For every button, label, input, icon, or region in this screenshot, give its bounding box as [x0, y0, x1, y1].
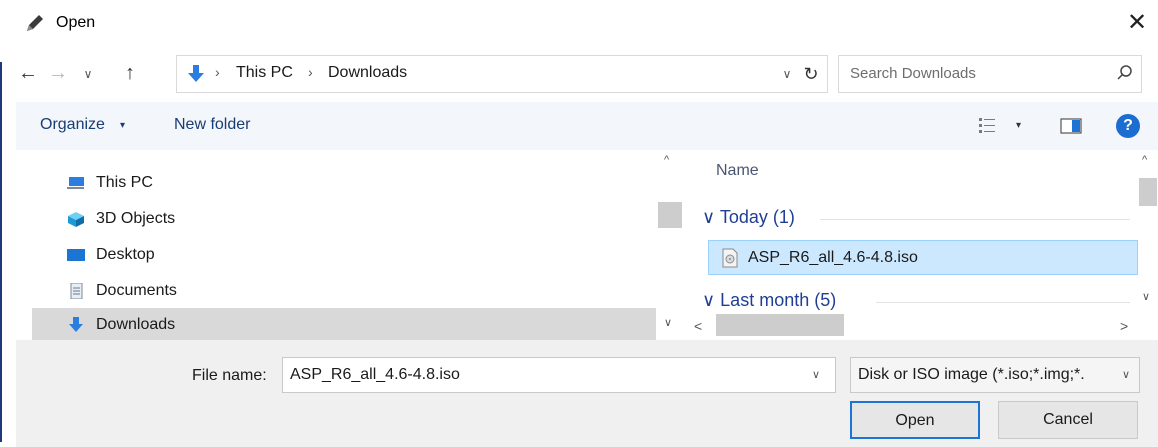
back-button[interactable]: ←	[16, 62, 40, 86]
desktop-icon	[67, 249, 85, 261]
left-edge-accent	[0, 62, 2, 442]
address-dropdown-button[interactable]: ∨	[778, 64, 796, 84]
breadcrumb-separator: ›	[215, 64, 220, 80]
group-header-today[interactable]: ∨ Today (1)	[702, 207, 795, 228]
breadcrumb-separator: ›	[308, 64, 313, 80]
scroll-left-arrow[interactable]: <	[694, 318, 702, 334]
cube-icon	[68, 212, 84, 227]
group-header-last-month[interactable]: ∨ Last month (5)	[702, 290, 836, 311]
title-bar	[0, 0, 1158, 52]
breadcrumb-downloads[interactable]: Downloads	[328, 64, 407, 82]
window-title: Open	[56, 14, 96, 31]
file-type-value[interactable]: Disk or ISO image (*.iso;*.img;*.	[858, 366, 1114, 384]
file-name-label: File name:	[192, 367, 267, 384]
nav-item-label: 3D Objects	[96, 210, 176, 227]
refresh-button[interactable]: ↻	[800, 62, 822, 86]
organize-button[interactable]: Organize	[40, 116, 105, 134]
scroll-down-arrow[interactable]: ∨	[1142, 290, 1150, 303]
open-button[interactable]: Open	[850, 401, 980, 439]
nav-item-desktop[interactable]: Desktop	[32, 238, 674, 272]
scroll-down-arrow[interactable]: ∨	[664, 316, 672, 329]
cancel-button[interactable]: Cancel	[998, 401, 1138, 439]
nav-item-label: This PC	[96, 174, 153, 191]
nav-item-this-pc[interactable]: This PC	[32, 166, 674, 200]
download-arrow-icon	[69, 317, 83, 332]
help-icon[interactable]: ?	[1116, 114, 1140, 138]
forward-button[interactable]: →	[46, 62, 70, 86]
file-name-value[interactable]: ASP_R6_all_4.6-4.8.iso	[290, 366, 460, 384]
view-options-icon[interactable]	[978, 116, 996, 136]
pc-icon	[67, 177, 84, 189]
nav-item-3d-objects[interactable]: 3D Objects	[32, 202, 674, 236]
documents-icon	[70, 283, 83, 299]
scroll-up-arrow[interactable]: ^	[664, 154, 669, 166]
pencil-icon	[27, 15, 43, 31]
navigation-pane: This PC 3D Objects Desktop Documents Dow…	[16, 150, 686, 342]
chevron-down-icon[interactable]: ▾	[1016, 120, 1021, 131]
file-name[interactable]: ASP_R6_all_4.6-4.8.iso	[748, 249, 918, 267]
nav-scroll-thumb[interactable]	[658, 202, 682, 228]
search-icon[interactable]	[1116, 64, 1134, 82]
up-button[interactable]: ↑	[118, 60, 142, 86]
nav-item-downloads[interactable]: Downloads	[32, 308, 674, 342]
chevron-down-icon: ▾	[120, 120, 126, 131]
nav-item-documents[interactable]: Documents	[32, 274, 674, 308]
chevron-down-icon[interactable]: ∨	[1122, 368, 1130, 381]
column-header-name[interactable]: Name	[716, 162, 759, 180]
new-folder-button[interactable]: New folder	[174, 116, 250, 134]
scroll-right-arrow[interactable]: >	[1120, 318, 1128, 334]
preview-pane-icon[interactable]	[1060, 118, 1082, 134]
close-button[interactable]: ✕	[1120, 8, 1154, 40]
nav-item-label: Downloads	[96, 316, 176, 333]
file-scroll-thumb[interactable]	[1139, 178, 1157, 206]
disc-image-file-icon	[722, 248, 738, 268]
group-divider	[876, 302, 1130, 303]
download-arrow-icon	[188, 65, 204, 82]
breadcrumb-this-pc[interactable]: This PC	[236, 64, 293, 82]
nav-item-label: Documents	[96, 282, 177, 299]
nav-item-label: Desktop	[96, 246, 155, 263]
horizontal-scroll-thumb[interactable]	[716, 314, 844, 336]
scroll-up-arrow[interactable]: ^	[1142, 154, 1147, 166]
chevron-down-icon[interactable]: ∨	[812, 368, 820, 381]
nav-pane-scrollbar[interactable]	[656, 150, 684, 340]
search-placeholder: Search Downloads	[850, 65, 976, 82]
recent-locations-button[interactable]: ∨	[78, 64, 98, 84]
group-divider	[820, 219, 1130, 220]
